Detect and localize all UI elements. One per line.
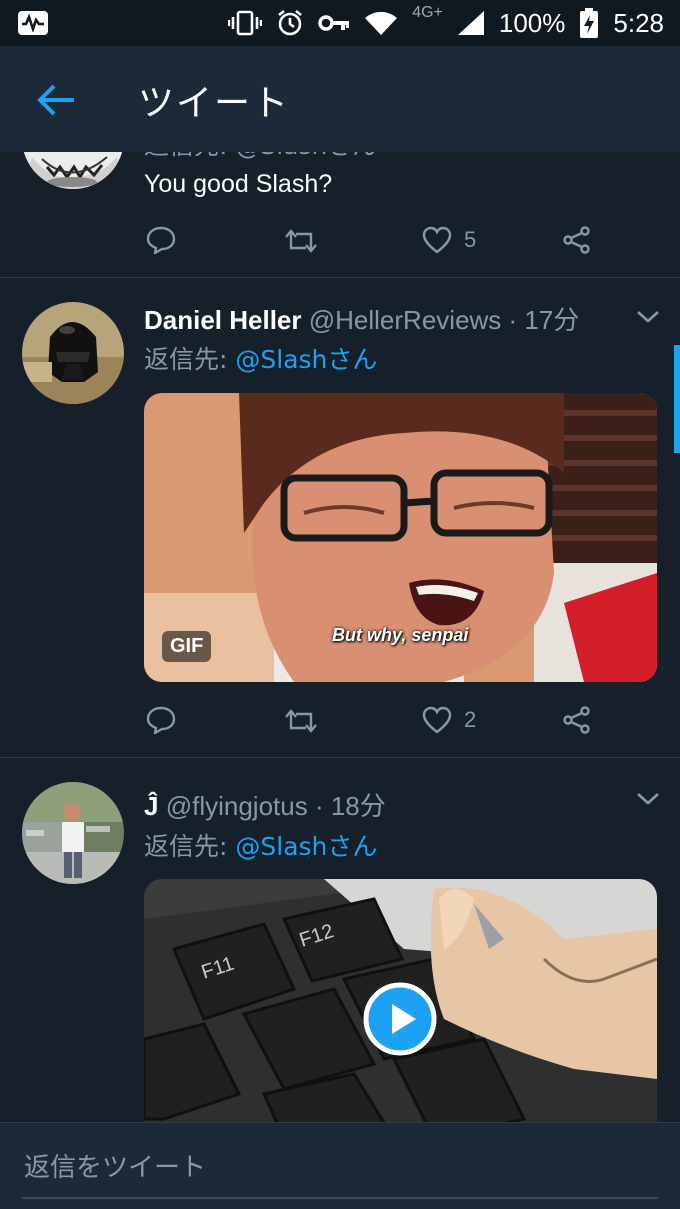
- vibrate-icon: [228, 10, 263, 36]
- like-count: 5: [464, 227, 477, 252]
- share-button[interactable]: [562, 226, 592, 254]
- reply-to-label: 返信先: @Slashさん: [144, 152, 377, 162]
- reply-button[interactable]: [146, 226, 176, 254]
- gif-media[interactable]: GIF But why, senpai: [144, 393, 657, 682]
- play-button-icon[interactable]: [363, 982, 437, 1056]
- tweet-timeline[interactable]: 返信先: @Slashさん You good Slash? 5: [0, 152, 680, 1122]
- like-count: 2: [464, 707, 477, 732]
- network-type-label: 4G+: [412, 4, 443, 21]
- wifi-icon: [365, 11, 398, 36]
- gif-caption: But why, senpai: [332, 625, 469, 645]
- reply-to-label: 返信先: @Slashさん: [144, 827, 377, 863]
- battery-charging-icon: [580, 8, 599, 38]
- reply-icon: [146, 706, 176, 734]
- page-title: ツイート: [138, 83, 291, 124]
- share-icon: [563, 226, 590, 254]
- like-button[interactable]: 5: [422, 226, 476, 254]
- avatar[interactable]: [22, 302, 124, 404]
- video-media[interactable]: F11 F12: [144, 879, 657, 1122]
- tweet-text: You good Slash?: [144, 170, 333, 198]
- share-icon: [563, 706, 590, 734]
- share-button[interactable]: [562, 706, 592, 734]
- reply-composer: 返信をツイート: [0, 1122, 680, 1209]
- heart-icon: [422, 226, 452, 254]
- signal-icon: [457, 11, 484, 35]
- tweet-time: · 17分: [508, 305, 580, 335]
- reply-button[interactable]: [146, 706, 176, 734]
- retweet-button[interactable]: [284, 708, 318, 734]
- author-handle[interactable]: @HellerReviews: [309, 305, 502, 335]
- retweet-icon: [285, 229, 317, 253]
- tweet-time: · 18分: [314, 791, 386, 821]
- reply-to-label: 返信先: @Slashさん: [144, 340, 377, 376]
- reply-mention[interactable]: @Slashさん: [235, 345, 377, 374]
- status-bar: 4G+ 100% 5:28: [0, 0, 680, 46]
- gif-badge: GIF: [162, 631, 212, 662]
- scrollbar[interactable]: [674, 345, 680, 453]
- chevron-down-icon[interactable]: [636, 310, 660, 324]
- chevron-down-icon[interactable]: [636, 792, 660, 806]
- retweet-button[interactable]: [284, 228, 318, 254]
- alarm-icon: [278, 9, 303, 36]
- vpn-key-icon: [318, 15, 350, 31]
- reply-mention[interactable]: @Slashさん: [235, 832, 377, 861]
- app-bar: ツイート: [0, 46, 680, 152]
- heart-icon: [422, 706, 452, 734]
- avatar[interactable]: [22, 152, 124, 189]
- divider: [0, 757, 680, 758]
- activity-monitor-icon: [18, 11, 48, 35]
- clock: 5:28: [613, 7, 664, 38]
- reply-prefix: 返信先:: [144, 832, 236, 861]
- reply-input[interactable]: 返信をツイート: [24, 1147, 206, 1184]
- retweet-icon: [285, 709, 317, 733]
- tweet-author-line: Daniel Heller @HellerReviews · 17分: [144, 300, 579, 337]
- battery-percentage: 100%: [498, 7, 566, 38]
- reply-icon: [146, 226, 176, 254]
- back-arrow-icon[interactable]: [36, 82, 76, 118]
- avatar[interactable]: [22, 782, 124, 884]
- author-name[interactable]: Daniel Heller: [144, 305, 302, 335]
- tweet-author-line: Ĵ @flyingjotus · 18分: [144, 786, 386, 823]
- reply-prefix: 返信先:: [144, 345, 236, 374]
- input-underline: [22, 1197, 658, 1199]
- divider: [0, 277, 680, 278]
- author-handle[interactable]: @flyingjotus: [166, 791, 308, 821]
- like-button[interactable]: 2: [422, 706, 476, 734]
- author-name[interactable]: Ĵ: [144, 791, 158, 821]
